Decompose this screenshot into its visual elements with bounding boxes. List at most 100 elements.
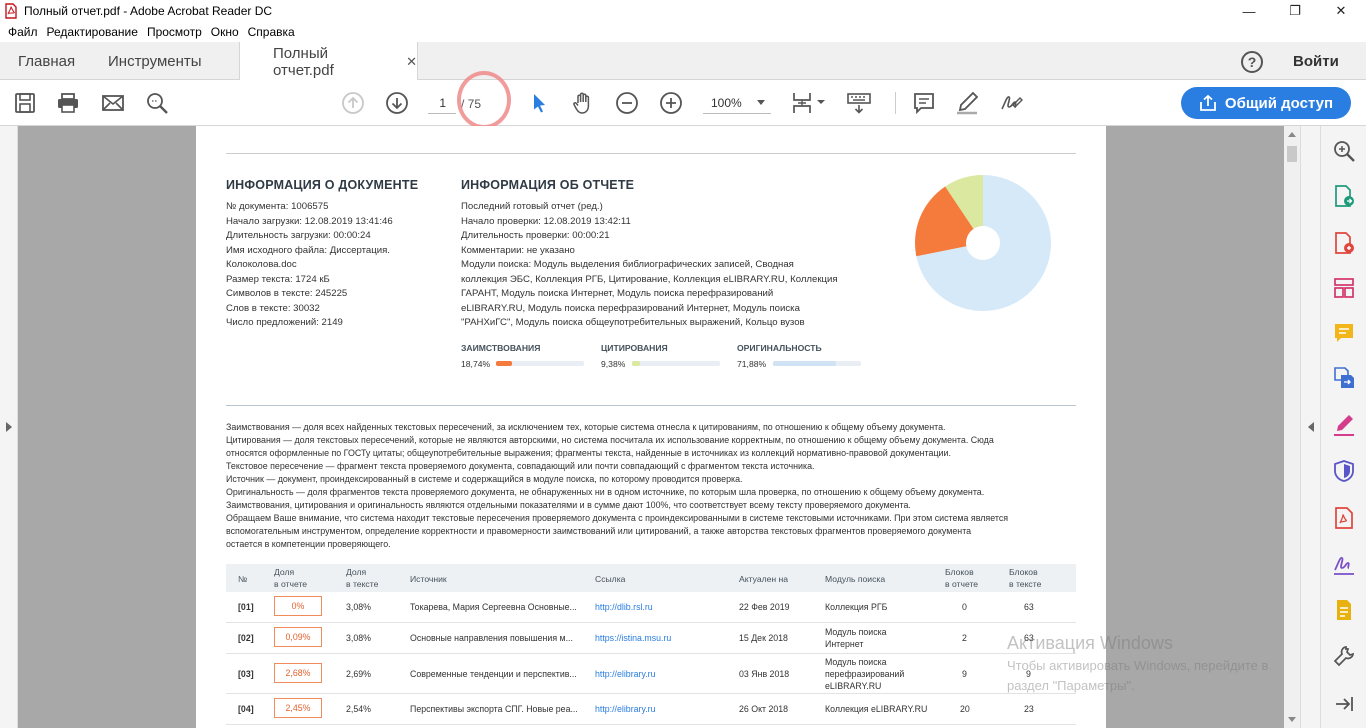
top-rule: [226, 153, 1076, 154]
pdf-icon[interactable]: [1332, 506, 1356, 530]
row-source: Перспективы экспорта СПГ. Новые реа...: [410, 704, 578, 714]
table-row[interactable]: [03] 2,68% 2,69% Современные тенденции и…: [226, 654, 1076, 694]
tab-tools[interactable]: Инструменты: [108, 42, 202, 80]
row-source: Основные направления повышения м...: [410, 633, 573, 643]
stat-value-original: 71,88%: [737, 359, 767, 369]
search-icon[interactable]: [145, 91, 169, 115]
doc-info-line: Число предложений: 2149: [226, 317, 343, 328]
menu-view[interactable]: Просмотр: [145, 22, 209, 42]
protect-icon[interactable]: [1332, 459, 1356, 483]
menu-window[interactable]: Окно: [209, 22, 246, 42]
row-share-text: 2,54%: [346, 704, 371, 714]
stat-bar-original: [773, 361, 861, 366]
login-button[interactable]: Войти: [1293, 53, 1339, 70]
page-number-input[interactable]: [428, 92, 456, 114]
email-icon[interactable]: [101, 91, 125, 115]
row-share-report: 2,45%: [274, 698, 322, 718]
windows-activation-line2: раздел "Параметры".: [1007, 678, 1135, 693]
print-icon[interactable]: [56, 91, 80, 115]
keyboard-icon[interactable]: [846, 91, 872, 115]
combine-files-icon[interactable]: [1332, 366, 1356, 390]
definition-line: Обращаем Ваше внимание, что система нахо…: [226, 513, 1009, 523]
row-actual: 22 Фев 2019: [739, 602, 790, 612]
close-window-button[interactable]: ✕: [1318, 0, 1364, 22]
row-module: Коллекция РГБ: [825, 602, 888, 612]
menu-help[interactable]: Справка: [246, 22, 302, 42]
right-panel-toggle[interactable]: [1300, 126, 1320, 728]
menu-edit[interactable]: Редактирование: [45, 22, 145, 42]
stat-value-borrowed: 18,74%: [461, 359, 491, 369]
acrobat-app-icon: [4, 3, 18, 19]
tab-close-icon[interactable]: ✕: [406, 54, 417, 70]
table-row[interactable]: [04] 2,45% 2,54% Перспективы экспорта СП…: [226, 694, 1076, 725]
zoom-out-icon[interactable]: [615, 91, 639, 115]
page-up-icon[interactable]: [341, 91, 365, 115]
row-actual: 03 Янв 2018: [739, 669, 790, 679]
row-blocks-text: 63: [1024, 602, 1034, 612]
menu-file[interactable]: Файл: [6, 22, 45, 42]
comment-icon[interactable]: [912, 91, 936, 115]
row-share-report: 0,09%: [274, 627, 322, 647]
report-info-line: Модули поиска: Модуль выделения библиогр…: [461, 259, 794, 270]
vertical-scrollbar[interactable]: [1284, 126, 1300, 728]
tab-document-label: Полный отчет.pdf: [273, 44, 334, 79]
row-source: Токарева, Мария Сергеевна Основные...: [410, 602, 577, 612]
doc-info-list: № документа: 1006575 Начало загрузки: 12…: [226, 200, 393, 331]
window-title: Полный отчет.pdf - Adobe Acrobat Reader …: [24, 4, 273, 18]
sign-pen-icon[interactable]: [1332, 552, 1356, 576]
share-button[interactable]: Общий доступ: [1181, 87, 1351, 119]
table-row[interactable]: [02] 0,09% 3,08% Основные направления по…: [226, 623, 1076, 654]
create-pdf-icon[interactable]: [1332, 231, 1356, 255]
row-num: [02]: [238, 633, 254, 643]
highlight-pen-icon[interactable]: [955, 91, 979, 115]
next-arrow-icon[interactable]: [1332, 692, 1356, 716]
doc-info-line: № документа: 1006575: [226, 201, 329, 212]
doc-info-line: Начало загрузки: 12.08.2019 13:41:46: [226, 215, 393, 227]
comment-tool-icon[interactable]: [1332, 321, 1356, 345]
windows-activation-title: Активация Windows: [1007, 633, 1173, 653]
annotation-circle: [457, 71, 511, 129]
page-fit-icon[interactable]: [791, 91, 827, 115]
fill-sign-icon[interactable]: [1332, 413, 1356, 437]
row-blocks-report: 20: [960, 704, 970, 714]
toolbar: / 75 100% Общий доступ: [0, 80, 1366, 126]
tools-icon[interactable]: [1332, 644, 1356, 668]
organize-pages-icon[interactable]: [1332, 276, 1356, 300]
tab-home[interactable]: Главная: [18, 42, 75, 80]
zoom-search-icon[interactable]: [1332, 139, 1356, 163]
maximize-button[interactable]: ❐: [1272, 0, 1318, 22]
save-icon[interactable]: [13, 91, 37, 115]
definition-line: остается в компетенции проверяющего.: [226, 539, 391, 549]
row-link[interactable]: https://istina.msu.ru: [595, 632, 671, 644]
definitions-block: Заимствования — доля всех найденных текс…: [226, 421, 1008, 551]
page-down-icon[interactable]: [385, 91, 409, 115]
tools-panel: [1320, 126, 1366, 728]
minimize-button[interactable]: —: [1226, 0, 1272, 22]
scroll-thumb[interactable]: [1287, 146, 1297, 162]
table-row[interactable]: [01] 0% 3,08% Токарева, Мария Сергеевна …: [226, 592, 1076, 623]
zoom-in-icon[interactable]: [659, 91, 683, 115]
definition-line: Заимствования, цитирования и оригинально…: [226, 500, 911, 510]
row-link[interactable]: http://dlib.rsl.ru: [595, 601, 653, 613]
tab-document[interactable]: Полный отчет.pdf ✕: [239, 42, 418, 81]
zoom-select[interactable]: 100%: [703, 92, 771, 114]
send-files-icon[interactable]: [1332, 598, 1356, 622]
row-source: Современные тенденции и перспектив...: [410, 669, 577, 679]
stat-label-borrowed: ЗАИМСТВОВАНИЯ: [461, 343, 541, 353]
scroll-down-arrow[interactable]: [1288, 717, 1296, 722]
row-link[interactable]: http://elibrary.ru: [595, 668, 655, 680]
scroll-up-arrow[interactable]: [1288, 132, 1296, 137]
report-info-title: ИНФОРМАЦИЯ ОБ ОТЧЕТЕ: [461, 178, 635, 192]
report-info-line: Начало проверки: 12.08.2019 13:42:11: [461, 215, 631, 227]
row-blocks-text: 23: [1024, 704, 1034, 714]
left-panel-toggle[interactable]: [0, 126, 18, 728]
row-link[interactable]: http://elibrary.ru: [595, 703, 655, 715]
share-button-label: Общий доступ: [1224, 94, 1334, 112]
export-pdf-icon[interactable]: [1332, 184, 1356, 208]
col-num: №: [238, 574, 248, 584]
sign-icon[interactable]: [999, 91, 1023, 115]
row-blocks-report: 0: [962, 602, 967, 612]
help-icon[interactable]: ?: [1241, 51, 1263, 73]
hand-icon[interactable]: [571, 91, 595, 115]
select-cursor-icon[interactable]: [527, 91, 551, 115]
